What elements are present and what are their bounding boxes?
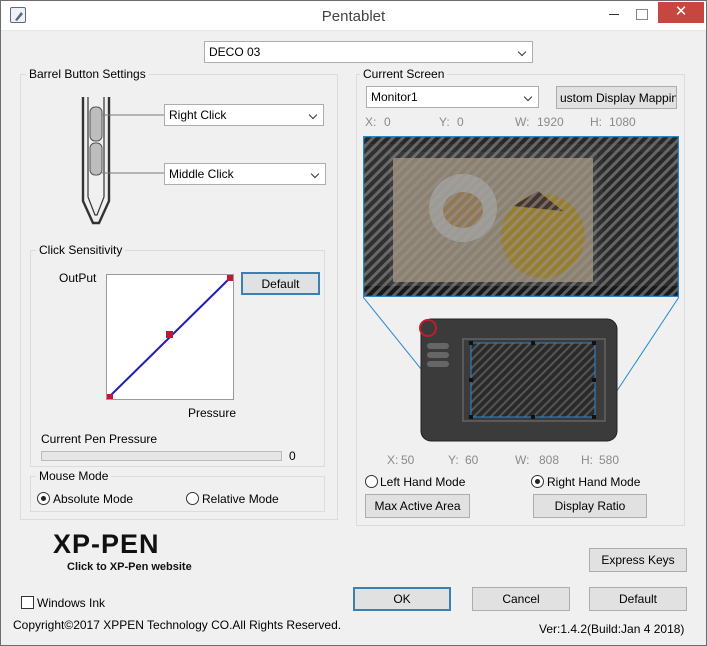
left-hand-mode-label[interactable]: Left Hand Mode xyxy=(380,475,465,489)
express-keys-button[interactable]: Express Keys xyxy=(589,548,687,572)
screen-preview[interactable] xyxy=(363,136,679,297)
windows-ink-checkbox[interactable] xyxy=(21,596,34,609)
custom-display-mapping-button[interactable]: ustom Display Mappin xyxy=(556,86,677,109)
current-screen-group-label: Current Screen xyxy=(360,67,448,81)
copyright-text: Copyright©2017 XPPEN Technology CO.All R… xyxy=(13,618,342,632)
current-pen-pressure-value: 0 xyxy=(289,449,296,463)
absolute-mode-radio[interactable] xyxy=(37,492,50,505)
right-hand-mode-radio[interactable] xyxy=(531,475,544,488)
chevron-down-icon xyxy=(308,105,320,125)
sensitivity-default-button[interactable]: Default xyxy=(241,272,320,295)
cancel-button[interactable]: Cancel xyxy=(472,587,570,611)
close-button[interactable]: ✕ xyxy=(658,2,704,23)
curve-start-handle[interactable] xyxy=(107,394,113,400)
lower-barrel-button-value: Middle Click xyxy=(169,167,234,181)
chevron-down-icon xyxy=(523,87,535,107)
screen-w-label: W: xyxy=(515,115,530,129)
chevron-down-icon xyxy=(310,164,322,184)
upper-barrel-button-value: Right Click xyxy=(169,108,227,122)
curve-end-handle[interactable] xyxy=(227,275,233,281)
screen-x-value: 0 xyxy=(384,115,391,129)
max-active-area-button[interactable]: Max Active Area xyxy=(365,494,470,518)
chevron-down-icon xyxy=(517,42,529,62)
windows-ink-label[interactable]: Windows Ink xyxy=(37,596,105,610)
device-select-value: DECO 03 xyxy=(209,45,261,59)
tablet-illustration[interactable] xyxy=(363,297,679,447)
minimize-button[interactable] xyxy=(600,3,630,25)
lower-barrel-button-select[interactable]: Middle Click xyxy=(164,163,326,185)
click-sensitivity-group-label: Click Sensitivity xyxy=(36,243,126,257)
screen-h-value: 1080 xyxy=(609,115,636,129)
tablet-h-value: 580 xyxy=(599,453,620,467)
absolute-mode-label[interactable]: Absolute Mode xyxy=(53,492,133,506)
relative-mode-label[interactable]: Relative Mode xyxy=(202,492,279,506)
mouse-mode-group-label: Mouse Mode xyxy=(36,469,112,483)
default-button[interactable]: Default xyxy=(589,587,687,611)
pressure-curve-graph[interactable] xyxy=(106,274,234,400)
tablet-w-value: 808 xyxy=(539,453,560,467)
pentablet-window: Pentablet ✕ DECO 03 Barrel Button Settin… xyxy=(0,0,707,646)
version-text: Ver:1.4.2(Build:Jan 4 2018) xyxy=(539,622,685,636)
upper-barrel-button-select[interactable]: Right Click xyxy=(164,104,324,126)
pressure-curve xyxy=(107,275,233,400)
right-hand-mode-label[interactable]: Right Hand Mode xyxy=(547,475,640,489)
tablet-y-value: 60 xyxy=(465,453,479,467)
pen-illustration xyxy=(81,97,165,225)
screen-x-label: X: xyxy=(365,115,377,129)
screen-w-value: 1920 xyxy=(537,115,564,129)
curve-mid-handle[interactable] xyxy=(166,331,173,338)
output-axis-label: OutPut xyxy=(59,271,97,285)
tablet-h-label: H: xyxy=(581,453,593,467)
screen-h-label: H: xyxy=(590,115,602,129)
title-bar[interactable]: Pentablet ✕ xyxy=(1,1,706,31)
tablet-x-label: X: xyxy=(387,453,399,467)
monitor-select-value: Monitor1 xyxy=(371,90,418,104)
relative-mode-radio[interactable] xyxy=(186,492,199,505)
tablet-y-label: Y: xyxy=(448,453,459,467)
tablet-w-label: W: xyxy=(515,453,530,467)
xp-pen-website-link[interactable]: Click to XP-Pen website xyxy=(67,561,192,573)
barrel-button-group-label: Barrel Button Settings xyxy=(26,67,149,81)
maximize-button[interactable] xyxy=(628,3,656,25)
tablet-x-value: 50 xyxy=(401,453,415,467)
current-pen-pressure-bar xyxy=(41,451,282,461)
left-hand-mode-radio[interactable] xyxy=(365,475,378,488)
current-pen-pressure-label: Current Pen Pressure xyxy=(41,432,158,446)
screen-y-value: 0 xyxy=(457,115,464,129)
monitor-select[interactable]: Monitor1 xyxy=(366,86,539,108)
screen-y-label: Y: xyxy=(439,115,450,129)
xp-pen-logo[interactable]: XP-PEN xyxy=(53,529,160,560)
display-ratio-button[interactable]: Display Ratio xyxy=(533,494,647,518)
device-select[interactable]: DECO 03 xyxy=(204,41,533,63)
ok-button[interactable]: OK xyxy=(353,587,451,611)
pressure-axis-label: Pressure xyxy=(188,406,237,420)
